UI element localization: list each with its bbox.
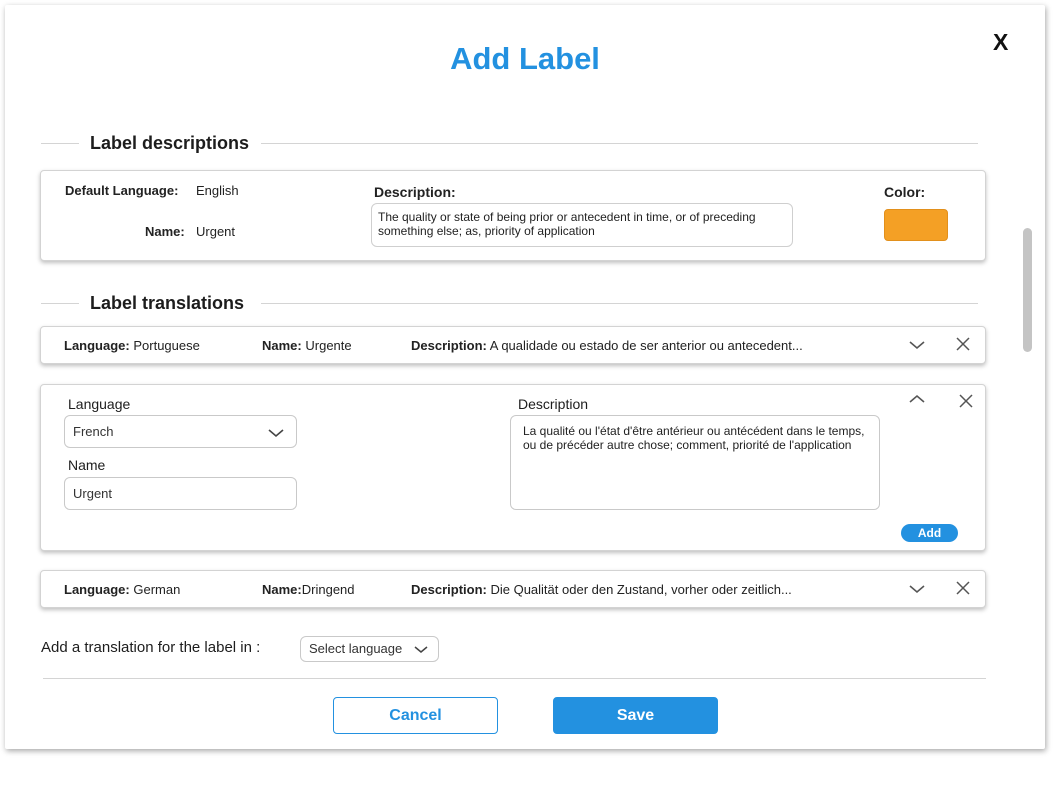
dialog-title: Add Label xyxy=(450,41,600,76)
description-label: Description: xyxy=(374,184,456,200)
add-translation-prompt: Add a translation for the label in : xyxy=(41,639,261,656)
chevron-up-icon[interactable] xyxy=(908,393,926,405)
name-value: Dringend xyxy=(301,582,355,597)
language-label: Language: xyxy=(64,582,130,597)
chevron-down-icon[interactable] xyxy=(908,339,926,351)
chevron-down-icon xyxy=(414,646,428,653)
description-field[interactable]: The quality or state of being prior or a… xyxy=(371,203,793,247)
translation-name: Name:Dringend xyxy=(262,582,355,597)
translation-row-portuguese[interactable]: Language: Portuguese Name: Urgente Descr… xyxy=(40,326,986,364)
divider xyxy=(261,303,978,304)
scrollbar-thumb[interactable] xyxy=(1023,228,1032,352)
divider xyxy=(41,303,79,304)
divider xyxy=(41,143,79,144)
add-translation-button[interactable]: Add xyxy=(901,524,958,542)
add-label-dialog: Add Label X Label descriptions Default L… xyxy=(5,5,1045,749)
language-select[interactable]: French xyxy=(64,415,297,448)
section-title-translations: Label translations xyxy=(90,293,245,313)
default-language-value: English xyxy=(196,183,239,198)
description-textarea[interactable]: La qualité ou l'état d'être antérieur ou… xyxy=(510,415,880,510)
translation-editor-french: Language French Name Urgent Description … xyxy=(40,384,986,551)
language-value: Portuguese xyxy=(133,338,200,353)
color-picker[interactable] xyxy=(884,209,948,241)
description-label: Description: xyxy=(411,338,487,353)
close-dialog-button[interactable]: X xyxy=(993,29,1008,56)
divider xyxy=(261,143,978,144)
name-value: Urgent xyxy=(196,224,236,239)
section-title-descriptions: Label descriptions xyxy=(90,133,250,153)
name-field-label: Name xyxy=(68,457,106,473)
translation-name: Name: Urgente xyxy=(262,338,352,353)
footer-divider xyxy=(43,678,986,679)
translation-language: Language: Portuguese xyxy=(64,338,200,353)
description-field-label: Description xyxy=(518,396,589,412)
description-value: A qualidade ou estado de ser anterior ou… xyxy=(489,338,803,353)
chevron-down-icon xyxy=(268,429,284,438)
name-label: Name: xyxy=(145,224,185,239)
language-select-value: French xyxy=(73,424,114,439)
cancel-button[interactable]: Cancel xyxy=(333,697,498,734)
name-label: Name: xyxy=(262,338,302,353)
save-button[interactable]: Save xyxy=(553,697,718,734)
close-icon[interactable] xyxy=(959,394,973,408)
select-language-placeholder: Select language xyxy=(309,641,403,656)
description-value: Die Qualität oder den Zustand, vorher od… xyxy=(490,582,792,597)
translation-description: Description: Die Qualität oder den Zusta… xyxy=(411,582,792,597)
description-label: Description: xyxy=(411,582,487,597)
language-field-label: Language xyxy=(68,396,131,412)
language-value: German xyxy=(133,582,181,597)
close-icon[interactable] xyxy=(956,581,970,595)
name-label: Name: xyxy=(262,582,302,597)
translation-description: Description: A qualidade ou estado de se… xyxy=(411,338,803,353)
translation-language: Language: German xyxy=(64,582,180,597)
chevron-down-icon[interactable] xyxy=(908,583,926,595)
language-label: Language: xyxy=(64,338,130,353)
name-value: Urgente xyxy=(305,338,352,353)
color-label: Color: xyxy=(884,184,926,200)
translation-row-german[interactable]: Language: German Name:Dringend Descripti… xyxy=(40,570,986,608)
name-input[interactable]: Urgent xyxy=(64,477,297,510)
name-input-value: Urgent xyxy=(73,486,113,501)
default-description-card: Default Language: English Name: Urgent D… xyxy=(40,170,986,261)
close-icon[interactable] xyxy=(956,337,970,351)
default-language-label: Default Language: xyxy=(65,183,179,198)
select-language-dropdown[interactable]: Select language xyxy=(300,636,439,662)
